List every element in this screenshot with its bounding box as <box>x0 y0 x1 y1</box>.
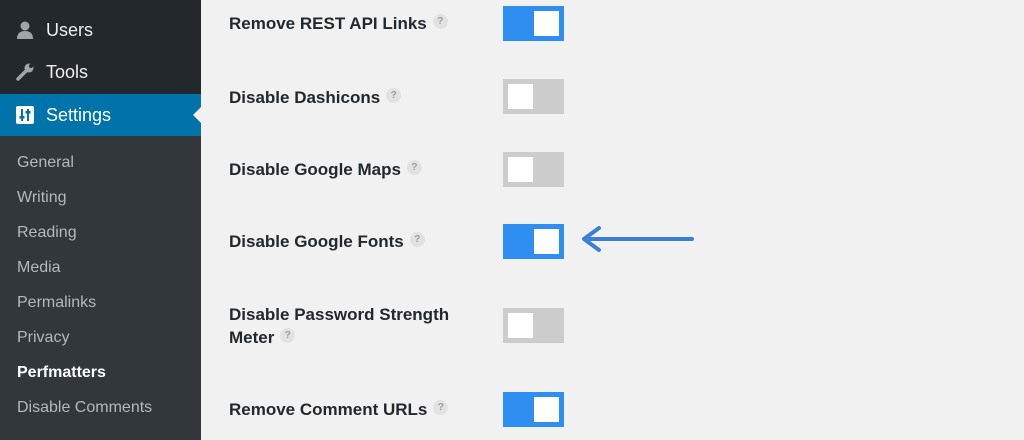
user-icon <box>14 19 36 41</box>
setting-label-text: Disable Dashicons <box>229 88 381 107</box>
sidebar-item-label: Users <box>46 19 94 40</box>
setting-label-text: Disable Google Maps <box>229 160 401 179</box>
toggle-knob <box>534 11 559 36</box>
toggle-remove-comment-urls[interactable] <box>503 392 564 427</box>
help-icon[interactable]: ? <box>406 160 422 175</box>
toggle-knob <box>508 84 533 109</box>
setting-label-text: Meter <box>229 328 275 347</box>
sidebar-item-users[interactable]: Users <box>0 9 201 51</box>
settings-icon <box>14 104 36 126</box>
toggle-disable-password-strength-meter[interactable] <box>503 308 564 343</box>
help-icon[interactable]: ? <box>409 232 425 247</box>
toggle-knob <box>534 229 559 254</box>
toggle-remove-rest-api-links[interactable] <box>503 6 564 41</box>
submenu-item-media[interactable]: Media <box>17 258 61 278</box>
submenu-item-general[interactable]: General <box>17 153 74 173</box>
setting-label-disable-google-fonts: Disable Google Fonts? <box>229 230 425 253</box>
setting-label-disable-password-strength-meter: Disable Password Strength Meter? <box>229 303 449 349</box>
submenu-item-reading[interactable]: Reading <box>17 223 77 243</box>
admin-sidebar: Users Tools Settings General Writing Rea… <box>0 0 201 440</box>
wrench-icon <box>14 61 36 83</box>
submenu-item-disable-comments[interactable]: Disable Comments <box>17 398 152 418</box>
sidebar-item-label: Tools <box>46 61 89 82</box>
toggle-knob <box>508 157 533 182</box>
setting-label-text: Disable Google Fonts <box>229 232 404 251</box>
submenu-item-privacy[interactable]: Privacy <box>17 328 69 348</box>
arrow-left-icon <box>582 226 694 252</box>
help-icon[interactable]: ? <box>280 328 296 343</box>
submenu-item-perfmatters[interactable]: Perfmatters <box>17 363 106 383</box>
settings-submenu: General Writing Reading Media Permalinks… <box>0 136 201 440</box>
help-icon[interactable]: ? <box>386 88 402 103</box>
sidebar-item-settings[interactable]: Settings <box>0 94 201 136</box>
toggle-knob <box>534 397 559 422</box>
setting-label-remove-comment-urls: Remove Comment URLs? <box>229 398 449 421</box>
setting-label-disable-dashicons: Disable Dashicons? <box>229 86 402 109</box>
setting-label-text: Disable Password Strength <box>229 305 450 324</box>
help-icon[interactable]: ? <box>432 14 448 29</box>
toggle-disable-google-maps[interactable] <box>503 152 564 187</box>
toggle-knob <box>508 313 533 338</box>
setting-label-text: Remove Comment URLs <box>229 400 428 419</box>
sidebar-item-label: Settings <box>46 104 112 125</box>
setting-label-disable-google-maps: Disable Google Maps? <box>229 158 422 181</box>
setting-label-remove-rest-api-links: Remove REST API Links? <box>229 12 448 35</box>
submenu-item-writing[interactable]: Writing <box>17 188 67 208</box>
sidebar-item-tools[interactable]: Tools <box>0 51 201 93</box>
toggle-disable-google-fonts[interactable] <box>503 224 564 259</box>
help-icon[interactable]: ? <box>433 400 449 415</box>
submenu-item-permalinks[interactable]: Permalinks <box>17 293 96 313</box>
toggle-disable-dashicons[interactable] <box>503 79 564 114</box>
setting-label-text: Remove REST API Links <box>229 14 427 33</box>
